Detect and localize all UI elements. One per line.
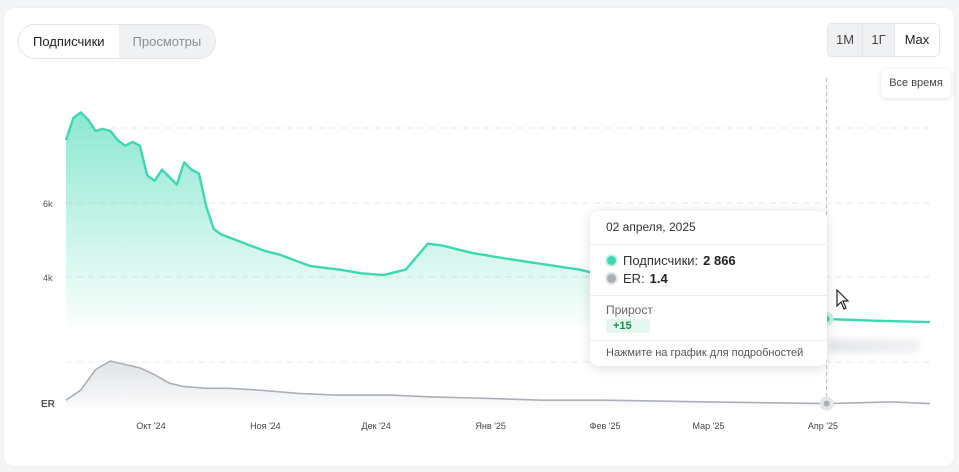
x-tick-label: Янв '25 <box>475 421 505 431</box>
tooltip-subscribers-label: Подписчики: <box>623 253 699 268</box>
subscribers-dot-icon <box>607 256 616 265</box>
y-tick-label: 6k <box>43 199 53 209</box>
tooltip-er-label: ER: <box>623 271 645 286</box>
tooltip-subscribers-row: Подписчики: 2 866 <box>607 253 736 268</box>
er-marker <box>823 400 830 407</box>
tooltip-date: 02 апреля, 2025 <box>606 220 696 234</box>
tooltip-er-row: ER: 1.4 <box>607 271 668 286</box>
tooltip-note: Нажмите на график для подробностей <box>606 347 804 359</box>
y-tick-label: 4k <box>43 273 53 283</box>
x-tick-label: Дек '24 <box>362 421 391 431</box>
tooltip-divider <box>590 340 827 341</box>
tooltip-subscribers-value: 2 866 <box>703 253 736 268</box>
tooltip-growth-value: +15 <box>606 319 650 333</box>
x-tick-label: Ноя '24 <box>250 421 281 431</box>
tooltip-growth-label: Прирост <box>606 303 653 317</box>
mouse-cursor-icon <box>836 289 850 310</box>
x-tick-label: Фев '25 <box>590 421 621 431</box>
er-area <box>66 361 930 408</box>
er-dot-icon <box>607 274 616 283</box>
x-tick-label: Окт '24 <box>136 421 165 431</box>
er-series <box>65 360 931 408</box>
er-axis-label: ER <box>41 399 56 410</box>
x-tick-label: Апр '25 <box>808 421 838 431</box>
data-tooltip: 02 апреля, 2025 Подписчики: 2 866 ER: 1.… <box>590 211 827 366</box>
tooltip-er-value: 1.4 <box>649 271 668 286</box>
tooltip-divider <box>590 295 827 296</box>
tooltip-divider <box>590 244 827 245</box>
blurred-label <box>828 339 920 353</box>
x-tick-label: Мар '25 <box>693 421 725 431</box>
